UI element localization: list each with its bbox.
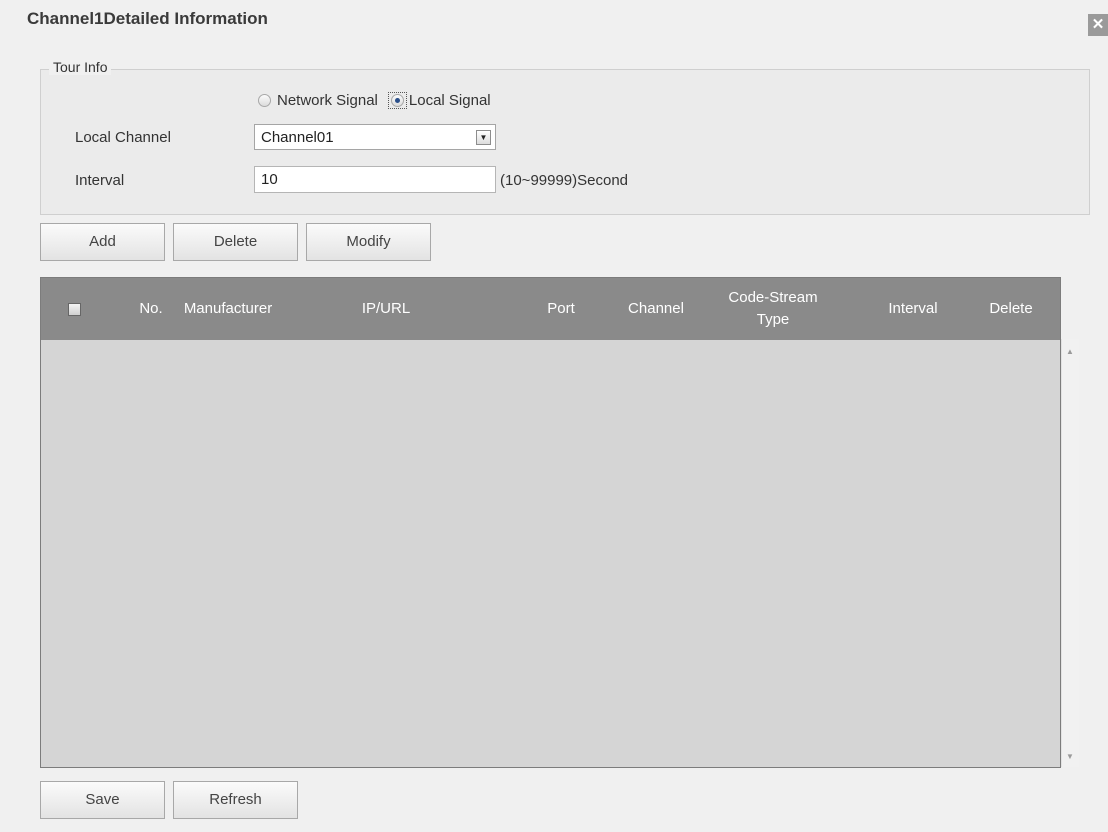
local-signal-label[interactable]: Local Signal: [409, 92, 491, 109]
column-header-manufacturer: Manufacturer: [183, 300, 273, 317]
save-button[interactable]: Save: [40, 781, 165, 819]
dialog-title: Channel1Detailed Information: [27, 9, 268, 28]
table-header: No. Manufacturer IP/URL Port Channel Cod…: [41, 278, 1060, 340]
local-signal-option[interactable]: [387, 91, 407, 109]
network-signal-radio[interactable]: [258, 93, 271, 107]
network-signal-label[interactable]: Network Signal: [277, 92, 378, 109]
scroll-up-icon[interactable]: ▲: [1066, 347, 1074, 356]
local-channel-label: Local Channel: [75, 129, 171, 146]
column-header-port: Port: [547, 300, 575, 317]
delete-button[interactable]: Delete: [173, 223, 298, 261]
close-icon[interactable]: ✕: [1088, 14, 1108, 36]
interval-label: Interval: [75, 172, 125, 189]
column-header-channel: Channel: [628, 300, 684, 317]
select-all-checkbox[interactable]: [68, 303, 81, 316]
column-header-interval: Interval: [888, 300, 938, 317]
local-signal-radio[interactable]: [390, 93, 404, 107]
column-header-ip-url: IP/URL: [361, 300, 411, 317]
signal-type-radio-group: Network Signal Local Signal: [258, 89, 491, 111]
scroll-down-icon[interactable]: ▼: [1066, 752, 1074, 761]
interval-hint: (10~99999)Second: [500, 172, 629, 189]
chevron-down-icon[interactable]: ▼: [476, 130, 491, 145]
table-body: [41, 340, 1060, 767]
column-header-code-stream-type: Code-Stream Type: [728, 289, 818, 328]
device-table: No. Manufacturer IP/URL Port Channel Cod…: [40, 277, 1061, 768]
add-button[interactable]: Add: [40, 223, 165, 261]
tour-info-legend: Tour Info: [49, 59, 112, 75]
column-header-no: No.: [139, 300, 163, 317]
modify-button[interactable]: Modify: [306, 223, 431, 261]
local-channel-select[interactable]: Channel01 ▼: [254, 124, 496, 150]
column-header-delete: Delete: [989, 300, 1033, 317]
tour-info-fieldset: [40, 69, 1090, 215]
interval-input[interactable]: [254, 166, 496, 193]
title-bar: Channel1Detailed Information ✕: [0, 0, 1108, 40]
local-channel-value: Channel01: [261, 129, 334, 146]
refresh-button[interactable]: Refresh: [173, 781, 298, 819]
table-scrollbar[interactable]: ▲ ▼: [1061, 339, 1079, 767]
